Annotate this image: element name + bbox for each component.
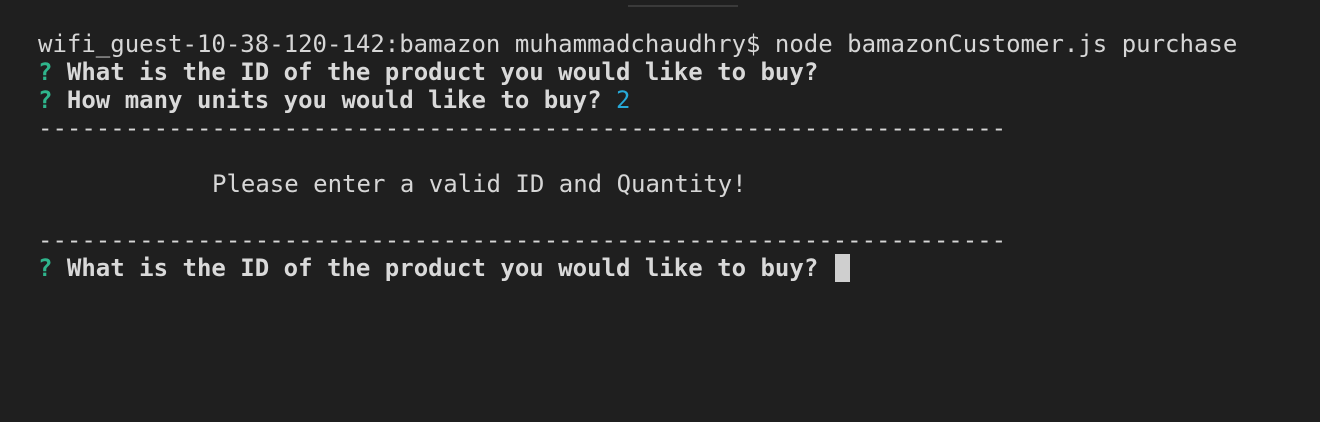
command-line: wifi_guest-10-38-120-142:bamazon muhamma… bbox=[38, 30, 1238, 58]
units-answer: 2 bbox=[615, 86, 631, 114]
text-cursor[interactable] bbox=[834, 254, 850, 282]
terminal-output: wifi_guest-10-38-120-142:bamazon muhamma… bbox=[38, 30, 1320, 282]
prompt-question-id-repeat: What is the ID of the product you would … bbox=[66, 254, 819, 282]
tab-indicator bbox=[628, 5, 738, 7]
prompt-marker: ? bbox=[38, 58, 53, 86]
prompt-question-units: How many units you would like to buy? bbox=[66, 86, 602, 114]
prompt-question-id: What is the ID of the product you would … bbox=[66, 58, 819, 86]
prompt-line-id-repeat: ? What is the ID of the product you woul… bbox=[38, 254, 1320, 282]
prompt-line-id: ? What is the ID of the product you woul… bbox=[38, 58, 1320, 86]
error-message: Please enter a valid ID and Quantity! bbox=[212, 170, 747, 198]
terminal-window[interactable]: wifi_guest-10-38-120-142:bamazon muhamma… bbox=[0, 0, 1320, 422]
separator-bottom: ----------------------------------------… bbox=[38, 226, 1007, 254]
prompt-line-units: ? How many units you would like to buy? … bbox=[38, 86, 1320, 114]
separator-top: ----------------------------------------… bbox=[38, 114, 1007, 142]
prompt-marker: ? bbox=[38, 254, 53, 282]
prompt-marker: ? bbox=[38, 86, 53, 114]
